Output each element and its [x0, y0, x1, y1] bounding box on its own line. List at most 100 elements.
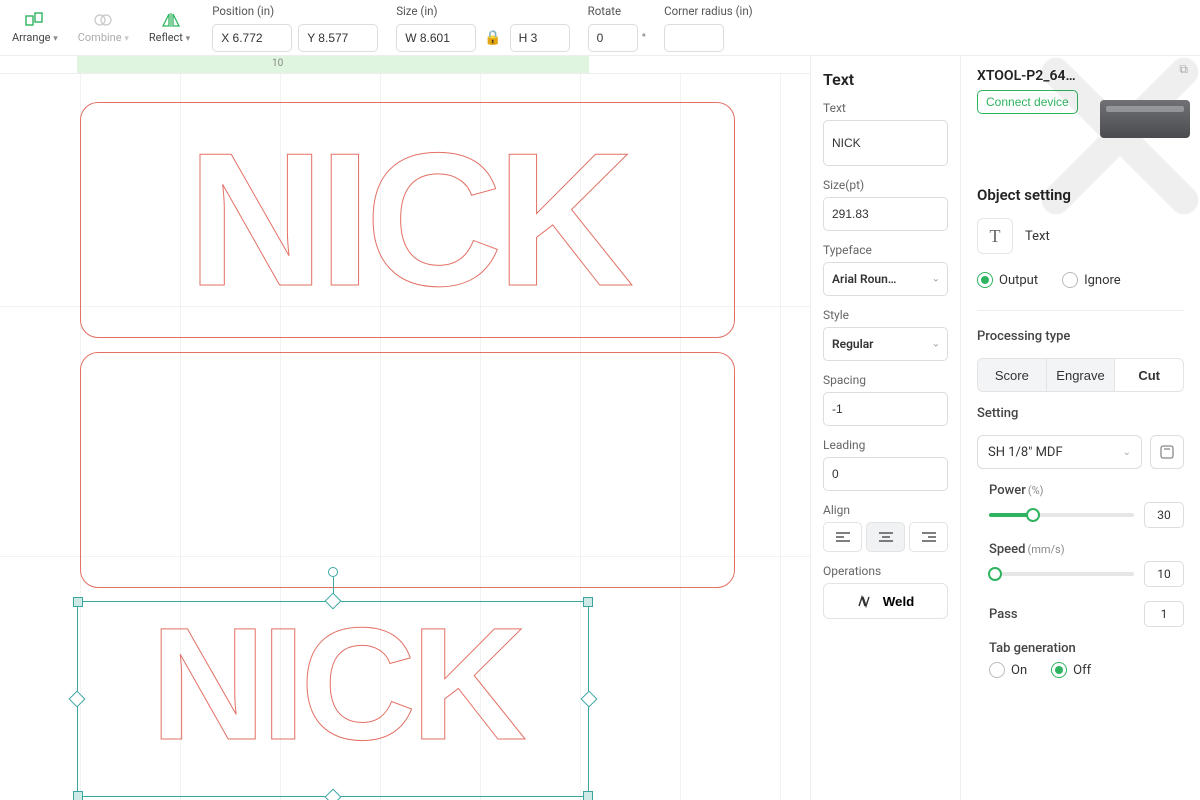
typeface-select[interactable]: Arial Roun… [823, 262, 948, 296]
spacing-label: Spacing [823, 373, 948, 387]
text-object-icon[interactable]: T [977, 218, 1013, 254]
text-panel-title: Text [823, 70, 948, 89]
panel-icon[interactable]: ⧉ [1179, 62, 1188, 77]
power-value[interactable]: 30 [1144, 502, 1184, 528]
align-field: Align [823, 503, 948, 552]
corner-input[interactable] [664, 24, 724, 52]
cut-label: Cut [1138, 368, 1160, 383]
text-panel: Text Text Size(pt) Typeface Arial Roun… … [810, 56, 960, 800]
connect-device-button[interactable]: Connect device [977, 90, 1078, 114]
speed-value[interactable]: 10 [1144, 561, 1184, 587]
chevron-down-icon: ▾ [186, 34, 191, 44]
typeface-field: Typeface Arial Roun… ⌄ [823, 243, 948, 296]
tab-off-radio[interactable]: Off [1051, 662, 1091, 678]
corner-group: Corner radius (in) [664, 4, 753, 52]
style-select[interactable]: Regular [823, 327, 948, 361]
radio-on-icon [1051, 662, 1067, 678]
radio-on-icon [977, 272, 993, 288]
align-label: Align [823, 503, 948, 517]
align-center-button[interactable] [866, 522, 905, 552]
handle-mb[interactable] [325, 789, 342, 800]
ignore-radio[interactable]: Ignore [1062, 272, 1121, 288]
style-label: Style [823, 308, 948, 322]
operations-field: Operations Weld [823, 564, 948, 619]
degree-label: ° [642, 31, 646, 45]
tab-on-radio[interactable]: On [989, 662, 1027, 678]
size-group: Size (in) 🔒 [396, 4, 569, 52]
pass-value[interactable]: 1 [1144, 601, 1184, 627]
reflect-button[interactable]: Reflect ▾ [145, 8, 194, 47]
handle-bl[interactable] [73, 791, 83, 800]
lock-icon[interactable]: 🔒 [484, 30, 501, 46]
operations-label: Operations [823, 564, 948, 578]
handle-tl[interactable] [73, 597, 83, 607]
align-left-button[interactable] [823, 522, 862, 552]
weld-icon [857, 594, 875, 608]
chevron-down-icon: ⌄ [1123, 447, 1131, 458]
rotate-handle[interactable] [328, 567, 338, 577]
ruler-tick-10: 10 [272, 58, 283, 69]
ruler-selection-range [77, 56, 589, 73]
handle-br[interactable] [583, 791, 593, 800]
output-radio[interactable]: Output [977, 272, 1038, 288]
object-setting-title: Object setting [977, 186, 1184, 204]
weld-label: Weld [883, 594, 915, 609]
selection-box[interactable] [77, 601, 589, 797]
tab-gen-label: Tab generation [989, 641, 1076, 656]
align-right-icon [921, 531, 937, 543]
spacing-field: Spacing [823, 373, 948, 426]
score-button[interactable]: Score [978, 359, 1046, 391]
canvas[interactable]: 10 NICK NICK [0, 56, 810, 800]
device-name: XTOOL-P2_64… [977, 68, 1184, 84]
power-label: Power [989, 483, 1026, 498]
spacing-input[interactable] [823, 392, 948, 426]
size-pt-input[interactable] [823, 197, 948, 231]
typeface-label: Typeface [823, 243, 948, 257]
align-right-button[interactable] [909, 522, 948, 552]
separator [977, 310, 1184, 311]
rotate-group: Rotate ° [588, 4, 646, 52]
speed-knob[interactable] [988, 567, 1002, 581]
setting-row: SH 1/8" MDF ⌄ [977, 435, 1184, 469]
speed-slider[interactable] [989, 572, 1134, 576]
text-nick-large: NICK [81, 103, 734, 315]
shape-rect-1[interactable]: NICK [80, 102, 735, 338]
connect-device-label: Connect device [986, 95, 1069, 109]
device-header: XTOOL-P2_64… Connect device [977, 68, 1184, 114]
material-select[interactable]: SH 1/8" MDF ⌄ [977, 435, 1142, 469]
size-label: Size (in) [396, 4, 569, 18]
leading-label: Leading [823, 438, 948, 452]
setting-label: Setting [977, 406, 1184, 421]
typeface-value: Arial Roun… [832, 272, 897, 286]
right-panel: ⧉ XTOOL-P2_64… Connect device Object set… [960, 56, 1200, 800]
text-input[interactable] [823, 120, 948, 166]
pos-y-input[interactable] [298, 24, 378, 52]
pos-x-input[interactable] [212, 24, 292, 52]
arrange-button[interactable]: Arrange ▾ [8, 8, 62, 47]
align-center-icon [878, 531, 894, 543]
power-block: Power(%) 30 [989, 483, 1184, 528]
size-w-input[interactable] [396, 24, 476, 52]
weld-button[interactable]: Weld [823, 583, 948, 619]
leading-input[interactable] [823, 457, 948, 491]
power-slider[interactable] [989, 513, 1134, 517]
style-field: Style Regular ⌄ [823, 308, 948, 361]
radio-off-icon [989, 662, 1005, 678]
chevron-down-icon: ▾ [124, 34, 129, 44]
reflect-icon [160, 11, 180, 29]
rotate-input[interactable] [588, 24, 638, 52]
align-left-icon [835, 531, 851, 543]
object-type-label: Text [1025, 229, 1050, 244]
size-h-input[interactable] [510, 24, 570, 52]
tab-off-label: Off [1073, 663, 1091, 678]
cut-button[interactable]: Cut [1114, 359, 1183, 391]
material-save-button[interactable] [1150, 435, 1184, 469]
engrave-button[interactable]: Engrave [1046, 359, 1115, 391]
shape-rect-2[interactable] [80, 352, 735, 588]
handle-tr[interactable] [583, 597, 593, 607]
combine-icon [93, 11, 113, 29]
arrange-label: Arrange [12, 31, 50, 44]
power-knob[interactable] [1026, 508, 1040, 522]
radio-off-icon [1062, 272, 1078, 288]
position-group: Position (in) [212, 4, 378, 52]
